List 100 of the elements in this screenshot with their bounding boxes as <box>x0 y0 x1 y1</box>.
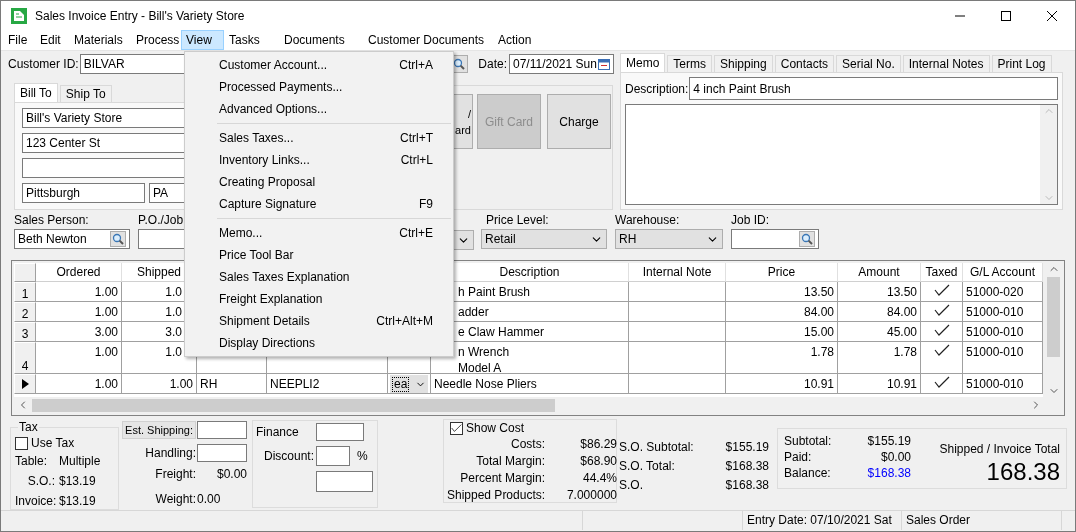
menu-item[interactable]: Edit <box>35 30 69 50</box>
menu-item[interactable]: Inventory Links... Ctrl+L <box>185 149 453 171</box>
search-icon[interactable] <box>110 231 126 247</box>
field-value: Multiple <box>59 454 102 468</box>
menu-item[interactable]: Processed Payments... <box>185 76 453 98</box>
total-label: Shipped / Invoice Total <box>939 442 1060 456</box>
column-header[interactable]: Ordered <box>36 263 122 282</box>
row-pointer-icon[interactable] <box>14 374 36 394</box>
date-field[interactable]: 07/11/2021 Sun <box>509 54 614 74</box>
field-label: Sales Person: <box>14 213 90 227</box>
description-field[interactable]: 4 inch Paint Brush <box>689 77 1058 100</box>
tab[interactable]: Serial No. <box>836 55 901 72</box>
field-value: 7.000000 <box>565 488 617 502</box>
job-id-field[interactable] <box>731 229 819 249</box>
show-cost-checkbox[interactable] <box>450 421 463 435</box>
table-cell: 84.00 <box>838 302 921 322</box>
table-cell: 1.00 <box>122 374 197 394</box>
shortcut-text: Ctrl+A <box>399 58 433 72</box>
menu-item[interactable]: View <box>181 30 224 50</box>
memo-text-area[interactable] <box>625 104 1058 205</box>
field-label: Job ID: <box>731 213 770 227</box>
close-icon <box>1047 10 1057 21</box>
table-cell: 45.00 <box>838 322 921 342</box>
tab[interactable]: Shipping <box>714 55 773 72</box>
field-label: Finance <box>256 425 300 439</box>
field-label: Customer ID: <box>8 57 79 71</box>
scroll-thumb[interactable] <box>1047 277 1060 357</box>
tab[interactable]: Print Log <box>991 55 1052 72</box>
est-shipping-button[interactable]: Est. Shipping: <box>122 421 196 439</box>
discount-amount-field[interactable] <box>316 471 373 492</box>
field-label: S.O.: <box>26 474 55 488</box>
field-value: $13.19 <box>59 474 97 488</box>
unit-dropdown[interactable]: ea <box>390 375 428 393</box>
menu-item[interactable]: Sales Taxes... Ctrl+T <box>185 127 453 149</box>
percent-sign: % <box>357 449 368 463</box>
field-label: Invoice: <box>15 494 55 508</box>
table-cell: 1.00 <box>36 374 122 394</box>
field-value: $155.19 <box>866 434 911 448</box>
city-field[interactable]: Pittsburgh <box>22 183 145 203</box>
menu-item[interactable]: Price Tool Bar <box>185 244 453 266</box>
menu-item[interactable]: Tasks <box>224 30 279 50</box>
row-header[interactable]: 3 <box>14 322 36 342</box>
menu-item[interactable]: Advanced Options... <box>185 98 453 120</box>
calendar-icon[interactable] <box>598 58 610 70</box>
field-label: P.O./Job <box>138 213 185 227</box>
field-value: $168.38 <box>725 478 769 492</box>
use-tax-checkbox[interactable] <box>15 436 28 450</box>
field-value: $168.38 <box>725 459 769 473</box>
discount-field[interactable] <box>316 446 350 466</box>
table-cell: 51000-010 <box>963 342 1043 374</box>
payment-button[interactable]: Charge <box>547 94 611 149</box>
status-text: Entry Date: 07/10/2021 Sat <box>747 513 892 527</box>
row-header[interactable]: 4 <box>14 342 36 374</box>
tab[interactable]: Internal Notes <box>902 55 990 72</box>
menu-item[interactable]: Documents <box>279 30 363 50</box>
finance-field[interactable] <box>316 423 364 441</box>
group-title: Tax <box>18 420 39 434</box>
field-value: 44.4% <box>581 471 617 485</box>
column-header[interactable]: Price <box>726 263 838 282</box>
field-value: $86.29 <box>579 437 617 451</box>
menu-item[interactable]: Process <box>131 30 181 50</box>
row-header[interactable]: 1 <box>14 282 36 302</box>
table-cell: 51000-010 <box>963 322 1043 342</box>
menu-item[interactable]: Action <box>493 30 553 50</box>
table-cell: 51000-010 <box>963 374 1043 394</box>
tab[interactable]: Bill To <box>14 83 58 102</box>
handling-field[interactable] <box>197 444 247 462</box>
column-header[interactable]: Taxed <box>921 263 963 282</box>
menu-item[interactable]: Memo... Ctrl+E <box>185 222 453 244</box>
field-label: Handling: <box>144 446 196 460</box>
column-header[interactable]: Internal Note <box>629 263 726 282</box>
search-icon[interactable] <box>799 231 815 247</box>
field-label: Description: <box>625 81 689 96</box>
field-value: $168.38 <box>866 466 911 480</box>
table-cell: 10.91 <box>726 374 838 394</box>
table-cell: 1.00 <box>36 342 122 374</box>
tab[interactable]: Ship To <box>59 85 112 102</box>
menu-item[interactable]: Customer Account... Ctrl+A <box>185 54 453 76</box>
table-cell: NEEPLI2 <box>267 374 388 394</box>
price-level-dropdown[interactable]: Retail <box>481 229 607 249</box>
table-cell: 51000-010 <box>963 302 1043 322</box>
menu-item[interactable]: Customer Documents <box>363 30 493 50</box>
maximize-icon <box>1001 10 1011 21</box>
checkbox-label: Use Tax <box>31 436 75 450</box>
sales-person-field[interactable]: Beth Newton <box>14 229 130 249</box>
tab[interactable]: Contacts <box>774 55 835 72</box>
menu-item[interactable]: Materials <box>69 30 131 50</box>
field-label: Table: <box>15 454 49 468</box>
scroll-thumb[interactable] <box>32 398 555 412</box>
column-header[interactable]: G/L Account <box>963 263 1043 282</box>
field-value: $0.00 <box>879 450 911 464</box>
est-shipping-field[interactable] <box>197 421 247 439</box>
tab[interactable]: Terms <box>667 55 712 72</box>
warehouse-dropdown[interactable]: RH <box>615 229 723 249</box>
column-header[interactable]: Amount <box>838 263 921 282</box>
row-header[interactable]: 2 <box>14 302 36 322</box>
field-label: Shipped Products: <box>447 488 545 502</box>
tab[interactable]: Memo <box>620 53 666 72</box>
field-value: 0.00 <box>197 491 222 506</box>
menu-item[interactable]: File <box>3 30 35 50</box>
